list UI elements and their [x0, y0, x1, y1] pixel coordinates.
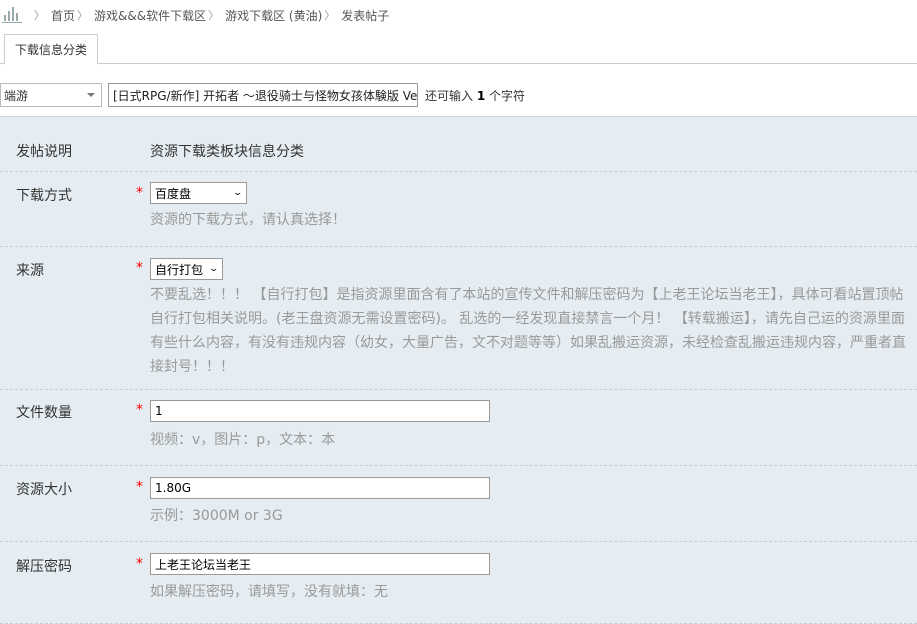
download-method-select[interactable]: 百度盘 ⌄ [150, 182, 247, 204]
chevron-down-icon: ⌄ [232, 188, 244, 198]
source-value: 自行打包 [155, 262, 204, 277]
download-method-value: 百度盘 [155, 186, 192, 201]
breadcrumb-home-link[interactable]: 首页 [51, 7, 75, 24]
form-row-source: 来源 * 自行打包 ⌄ 不要乱选！！！ 【自行打包】是指资源里面含有了本站的宣传… [0, 247, 917, 390]
breadcrumb-separator: 〉 [208, 9, 220, 22]
form-row-intro: 发帖说明 资源下载类板块信息分类 [0, 117, 917, 172]
source-hint: 不要乱选！！！ 【自行打包】是指资源里面含有了本站的宣传文件和解压密码为【上老王… [150, 287, 906, 375]
required-marker: * [136, 260, 143, 276]
stats-icon[interactable] [2, 7, 22, 23]
thread-type-select[interactable]: 端游 [0, 83, 102, 107]
form-row-size: 资源大小 * 1.80G 示例：3000M or 3G [0, 466, 917, 542]
char-remaining-prefix: 还可输入 [425, 88, 474, 103]
breadcrumb-separator: 〉 [324, 9, 336, 22]
required-marker: * [136, 556, 143, 572]
breadcrumb: 〉 首页 〉 游戏&&&软件下载区 〉 游戏下载区 (黄油) 〉 发表帖子 [0, 0, 917, 30]
download-method-hint: 资源的下载方式，请认真选择！ [150, 212, 346, 228]
source-select[interactable]: 自行打包 ⌄ [150, 258, 223, 280]
required-marker: * [136, 185, 143, 201]
source-label: 来源 [16, 263, 44, 279]
breadcrumb-current: 发表帖子 [341, 8, 390, 23]
dropdown-arrow-icon [87, 93, 95, 97]
chevron-down-icon: ⌄ [208, 264, 220, 274]
required-marker: * [136, 479, 143, 495]
password-label: 解压密码 [16, 559, 72, 575]
required-marker: * [136, 402, 143, 418]
download-method-label: 下载方式 [16, 188, 72, 204]
file-count-hint: 视频：v，图片：p，文本：本 [150, 432, 336, 448]
tab-bar: 下载信息分类 [0, 30, 917, 65]
password-input[interactable]: 上老王论坛当老王 [150, 553, 490, 575]
tab-download-info[interactable]: 下载信息分类 [4, 34, 98, 65]
char-remaining-suffix: 个字符 [489, 88, 526, 103]
form-row-download-method: 下载方式 * 百度盘 ⌄ 资源的下载方式，请认真选择！ [0, 172, 917, 247]
size-input[interactable]: 1.80G [150, 477, 490, 499]
breadcrumb-separator: 〉 [77, 9, 89, 22]
classification-form: 发帖说明 资源下载类板块信息分类 下载方式 * 百度盘 ⌄ 资源的下载方式，请认… [0, 116, 917, 624]
form-row-file-count: 文件数量 * 1 视频：v，图片：p，文本：本 [0, 390, 917, 466]
file-count-input[interactable]: 1 [150, 400, 490, 422]
form-row-password: 解压密码 * 上老王论坛当老王 如果解压密码，请填写，没有就填：无 [0, 542, 917, 624]
breadcrumb-forum-link[interactable]: 游戏&&&软件下载区 [94, 7, 206, 24]
thread-type-value: 端游 [4, 88, 29, 103]
char-remaining-count: 1 [476, 88, 486, 103]
intro-text: 资源下载类板块信息分类 [150, 144, 304, 160]
subject-input[interactable]: [日式RPG/新作] 开拓者 ～退役骑士与怪物女孩体験版 Ve [108, 83, 418, 107]
intro-label: 发帖说明 [16, 144, 72, 160]
file-count-label: 文件数量 [16, 405, 72, 421]
breadcrumb-separator: 〉 [34, 9, 45, 22]
title-row: 端游 [日式RPG/新作] 开拓者 ～退役骑士与怪物女孩体験版 Ve 还可输入 … [0, 82, 917, 108]
size-hint: 示例：3000M or 3G [150, 508, 283, 524]
size-label: 资源大小 [16, 482, 72, 498]
char-remaining: 还可输入 1 个字符 [425, 87, 525, 104]
password-hint: 如果解压密码，请填写，没有就填：无 [150, 584, 388, 600]
breadcrumb-board-link[interactable]: 游戏下载区 (黄油) [225, 7, 322, 24]
